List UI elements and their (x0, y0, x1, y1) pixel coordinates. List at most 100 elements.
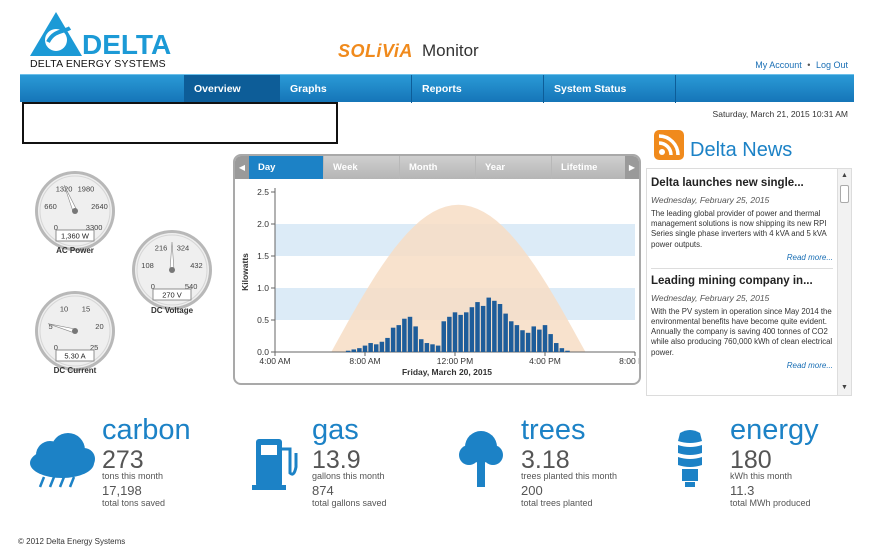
logout-link[interactable]: Log Out (816, 60, 848, 70)
stat-name: energy (730, 414, 819, 446)
chart-bar (525, 332, 531, 352)
news-body: With the PV system in operation since Ma… (651, 306, 833, 357)
gauge-tick-label: 5 (48, 322, 52, 331)
chart-bar (469, 307, 475, 352)
chart-bar (413, 326, 418, 352)
chart-bar (407, 316, 413, 352)
gauge-readout: 1,360 W (61, 232, 90, 241)
stat-total: 874 (312, 483, 334, 498)
chart-bar (554, 343, 559, 352)
logo-text: DELTA (82, 29, 171, 60)
stat-unit: kWh this month (730, 471, 793, 481)
chart-bar (565, 350, 570, 352)
chart-bar (559, 348, 565, 352)
stat-total-label: total trees planted (521, 498, 593, 508)
y-tick-label: 1.0 (257, 283, 269, 293)
chart-bar (435, 345, 441, 352)
chart-bar (486, 297, 491, 352)
scroll-thumb[interactable] (840, 185, 849, 203)
y-tick-label: 2.0 (257, 219, 269, 229)
chart-prev-arrow[interactable]: ◀ (235, 156, 249, 179)
chart-bar (503, 313, 508, 352)
chart-bar (480, 305, 486, 352)
x-tick-label: 8:00 AM (349, 356, 380, 366)
nav-graphs[interactable]: Graphs (280, 75, 412, 103)
chart-panel: ◀ Day Week Month Year Lifetime ▶ 0.0 0.5 1… (233, 154, 641, 385)
monitor-page: { "brand": { "logo_text": "DELTA", "comp… (0, 0, 870, 554)
chart-bar (402, 318, 407, 352)
rss-icon[interactable] (654, 130, 684, 160)
y-axis-label: Kilowatts (240, 253, 250, 291)
gas-pump-icon (252, 439, 298, 490)
stat-unit: tons this month (102, 471, 164, 481)
tab-week[interactable]: Week (324, 156, 400, 179)
gauge-tick-label: 20 (95, 322, 103, 331)
news-headline[interactable]: Leading mining company in... (651, 275, 833, 287)
gauge-tick-label: 15 (82, 305, 90, 314)
stat-total: 11.3 (730, 483, 755, 498)
chart-bar (362, 345, 368, 352)
nav-reports[interactable]: Reports (412, 75, 544, 103)
chart-bar (509, 321, 514, 352)
chart-bar (447, 316, 452, 352)
tab-lifetime[interactable]: Lifetime (552, 156, 627, 179)
stat-unit: gallons this month (312, 471, 385, 481)
gauge-tick-label: 108 (141, 261, 154, 270)
nav-overview[interactable]: Overview (184, 75, 280, 103)
cloud-icon (30, 433, 95, 488)
chart-bar (441, 321, 446, 352)
chart-bar (357, 348, 362, 352)
chart-next-arrow[interactable]: ▶ (625, 156, 639, 179)
main-nav: Overview Graphs Reports System Status (20, 74, 854, 103)
x-tick-label: 12:00 PM (437, 356, 473, 366)
dc-current-label: DC Current (53, 366, 97, 375)
news-headline[interactable]: Delta launches new single... (651, 177, 833, 189)
news-item: Delta launches new single... Wednesday, … (651, 177, 833, 262)
read-more-link[interactable]: Read more... (651, 361, 833, 370)
gauge-tick-label: 1980 (78, 185, 95, 194)
link-separator: • (807, 60, 811, 70)
news-title: Delta News (690, 139, 793, 161)
tab-month[interactable]: Month (400, 156, 476, 179)
gauge-readout: 270 V (162, 291, 182, 300)
x-tick-label: 8:00 PM (619, 356, 639, 366)
stat-total-label: total tons saved (102, 498, 166, 508)
y-tick-label: 1.5 (257, 251, 269, 261)
nav-system-status[interactable]: System Status (544, 75, 676, 103)
stat-name: carbon (102, 414, 191, 446)
tab-day[interactable]: Day (249, 156, 324, 179)
scroll-down-arrow-icon[interactable]: ▼ (838, 381, 851, 395)
chart-bar (424, 343, 430, 352)
my-account-link[interactable]: My Account (755, 60, 802, 70)
x-axis-label: Friday, March 20, 2015 (402, 367, 492, 377)
stat-total: 17,198 (102, 483, 142, 498)
stat-trees: trees 3.18 trees planted this month 200 … (441, 407, 641, 519)
current-date-time: Saturday, March 21, 2015 10:31 AM (712, 109, 848, 119)
stat-carbon: carbon 273 tons this month 17,198 total … (22, 407, 222, 519)
chart-bar (452, 312, 458, 352)
chart-bar (497, 304, 503, 352)
chart-bar (548, 334, 553, 352)
tab-year[interactable]: Year (476, 156, 552, 179)
chart-bar (458, 314, 463, 352)
chart-bar (430, 344, 435, 352)
chart-bar (475, 302, 480, 352)
dc-voltage-gauge: 0 108 216 324 432 540 270 V DC Voltage (121, 226, 223, 320)
stat-total-label: total gallons saved (312, 498, 387, 508)
chart-bar (345, 350, 351, 352)
gauge-tick-label: 10 (60, 305, 68, 314)
read-more-link[interactable]: Read more... (651, 253, 833, 262)
chart-bar (419, 339, 424, 352)
stat-unit: trees planted this month (521, 471, 618, 481)
chart-bar (379, 341, 385, 352)
stat-name: trees (521, 414, 586, 446)
chart-bar (351, 349, 356, 352)
chart-bar (520, 330, 525, 352)
stat-total: 200 (521, 483, 543, 498)
product-name: SOLiViA (338, 41, 413, 61)
news-scrollbar[interactable]: ▲ ▼ (837, 169, 851, 395)
gauge-tick-label: 216 (155, 244, 168, 253)
company-name: DELTA ENERGY SYSTEMS (30, 58, 166, 70)
stat-total-label: total MWh produced (730, 498, 811, 508)
scroll-up-arrow-icon[interactable]: ▲ (838, 169, 851, 183)
